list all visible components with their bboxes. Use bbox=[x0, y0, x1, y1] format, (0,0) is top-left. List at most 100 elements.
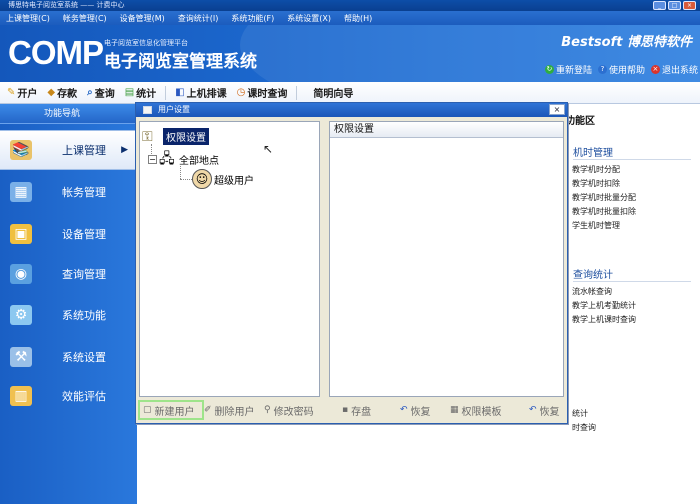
link-teaching-time-deduct[interactable]: 教学机时扣除 bbox=[572, 178, 620, 189]
menu-system-functions[interactable]: 系统功能(F) bbox=[231, 13, 274, 24]
sidebar-item-account-management[interactable]: ▦ 帐务管理 bbox=[0, 172, 137, 212]
menu-account-management[interactable]: 帐务管理(C) bbox=[63, 13, 107, 24]
sidebar-item-device-management[interactable]: ▣ 设备管理 bbox=[0, 214, 137, 254]
menu-system-settings[interactable]: 系统设置(X) bbox=[287, 13, 331, 24]
delete-user-button[interactable]: ✐ 删除用户 bbox=[204, 400, 255, 420]
ledger-icon: ▦ bbox=[10, 182, 32, 202]
exit-link[interactable]: × 退出系统 bbox=[650, 63, 698, 76]
statistics-icon: ▤ bbox=[124, 87, 135, 98]
location-icon: 🖧 bbox=[159, 151, 175, 167]
link-partial-stats[interactable]: 统计 bbox=[572, 408, 588, 419]
dialog-titlebar[interactable]: 用户设置 × bbox=[136, 103, 567, 117]
permission-tree: ⚿ 权限设置 − 🖧 全部地点 ☺ 超级用户 bbox=[139, 121, 320, 397]
new-user-button[interactable]: ▢ 新建用户 bbox=[138, 400, 204, 420]
class-hours-button[interactable]: ◷ 课时查询 bbox=[232, 85, 293, 100]
restore-icon: ↶ bbox=[529, 405, 537, 415]
dialog-title: 用户设置 bbox=[158, 105, 190, 114]
device-icon: ▣ bbox=[10, 224, 32, 244]
link-batch-deduct[interactable]: 教学机时批量扣除 bbox=[572, 206, 636, 217]
banner-title: 电子阅览室管理系统 bbox=[104, 52, 257, 72]
restore-icon: ↶ bbox=[400, 405, 408, 415]
change-password-icon: ⚲ bbox=[264, 405, 271, 415]
key-icon: ⚿ bbox=[142, 128, 153, 145]
open-account-button[interactable]: ✎ 开户 bbox=[2, 85, 42, 100]
link-teaching-time-allocate[interactable]: 教学机时分配 bbox=[572, 164, 620, 175]
schedule-icon: ◧ bbox=[175, 87, 185, 98]
quick-guide-button[interactable]: 简明向导 bbox=[301, 85, 358, 100]
save-button[interactable]: ▪ 存盘 bbox=[342, 400, 371, 420]
toolbar-separator bbox=[165, 85, 167, 100]
minimize-button[interactable]: _ bbox=[653, 1, 666, 10]
sidebar-item-query-management[interactable]: ◉ 查询管理 bbox=[0, 254, 137, 294]
menu-bar: 上课管理(C) 帐务管理(C) 设备管理(M) 查询统计(I) 系统功能(F) … bbox=[0, 11, 700, 25]
brand-logo: Bestsoft 博思特软件 bbox=[561, 35, 692, 50]
statistics-button[interactable]: ▤ 统计 bbox=[120, 85, 161, 100]
menu-device-management[interactable]: 设备管理(M) bbox=[120, 13, 165, 24]
help-link[interactable]: ? 使用帮助 bbox=[597, 63, 645, 76]
permission-template-button[interactable]: ▦ 权限模板 bbox=[450, 400, 502, 420]
deposit-button[interactable]: ◆ 存款 bbox=[42, 85, 82, 100]
relogin-link[interactable]: ↻ 重新登陆 bbox=[544, 63, 592, 76]
maximize-button[interactable]: □ bbox=[668, 1, 681, 10]
sidebar-item-system-functions[interactable]: ⚙ 系统功能 bbox=[0, 295, 137, 335]
exit-icon: × bbox=[650, 65, 660, 74]
function-nav-sidebar: 功能导航 📚 上课管理 ▶ ▦ 帐务管理 ▣ 设备管理 ◉ 查询管理 ⚙ 系统功… bbox=[0, 104, 137, 504]
window-icon bbox=[143, 106, 152, 114]
dialog-close-button[interactable]: × bbox=[549, 104, 565, 115]
delete-user-icon: ✐ bbox=[204, 405, 212, 415]
new-user-icon: ▢ bbox=[143, 405, 152, 415]
app-logo: COMP bbox=[8, 34, 104, 71]
chevron-right-icon: ▶ bbox=[121, 145, 128, 155]
tree-node-all-locations[interactable]: − 🖧 全部地点 bbox=[148, 151, 219, 167]
tree-node-permission-settings[interactable]: ⚿ 权限设置 bbox=[142, 128, 209, 145]
group-divider bbox=[573, 159, 691, 160]
user-settings-dialog: 用户设置 × ⚿ 权限设置 − 🖧 全部地点 ☺ 超级用户 权限设置 ▢ 新建用… bbox=[135, 102, 568, 424]
open-account-icon: ✎ bbox=[7, 87, 16, 98]
link-batch-allocate[interactable]: 教学机时批量分配 bbox=[572, 192, 636, 203]
deposit-icon: ◆ bbox=[47, 87, 56, 98]
sidebar-header: 功能导航 bbox=[0, 104, 137, 124]
settings-icon: ⚒ bbox=[10, 347, 32, 367]
collapse-icon[interactable]: − bbox=[148, 154, 157, 164]
schedule-button[interactable]: ◧ 上机排课 bbox=[170, 85, 231, 100]
link-class-hours-query[interactable]: 教学上机课时查询 bbox=[572, 314, 636, 325]
window-titlebar: 博思特电子阅览室系统 —— 计费中心 _ □ × bbox=[0, 0, 700, 11]
link-student-time[interactable]: 学生机时管理 bbox=[572, 220, 620, 231]
group-machine-time: 机时管理 bbox=[573, 148, 613, 159]
group-query-statistics: 查询统计 bbox=[573, 270, 613, 281]
class-hours-icon: ◷ bbox=[236, 87, 246, 98]
toolbar: ✎ 开户 ◆ 存款 ⌕ 查询 ▤ 统计 ◧ 上机排课 ◷ 课时查询 简明向导 bbox=[0, 82, 700, 104]
query-icon: ⌕ bbox=[87, 87, 93, 98]
permission-list-header: 权限设置 bbox=[330, 122, 563, 138]
gear-icon: ⚙ bbox=[10, 305, 32, 325]
tree-connector bbox=[180, 166, 181, 179]
permission-list-pane: 权限设置 bbox=[329, 121, 564, 397]
link-attendance-stats[interactable]: 教学上机考勤统计 bbox=[572, 300, 636, 311]
toolbar-separator bbox=[296, 85, 298, 100]
function-area-title: 功能区 bbox=[565, 116, 595, 127]
sidebar-item-system-settings[interactable]: ⚒ 系统设置 bbox=[0, 337, 137, 377]
refresh-icon: ↻ bbox=[544, 65, 554, 74]
menu-query-statistics[interactable]: 查询统计(I) bbox=[178, 13, 219, 24]
chart-icon: ▥ bbox=[10, 386, 32, 406]
sidebar-item-class-management[interactable]: 📚 上课管理 ▶ bbox=[0, 130, 137, 170]
user-avatar-icon: ☺ bbox=[192, 169, 212, 189]
change-password-button[interactable]: ⚲ 修改密码 bbox=[264, 400, 314, 420]
tree-connector bbox=[180, 179, 192, 180]
group-divider bbox=[573, 281, 691, 282]
template-icon: ▦ bbox=[450, 405, 459, 415]
mouse-cursor-icon: ↖ bbox=[263, 142, 274, 156]
link-journal-query[interactable]: 流水帐查询 bbox=[572, 286, 612, 297]
save-icon: ▪ bbox=[342, 405, 349, 415]
menu-class-management[interactable]: 上课管理(C) bbox=[6, 13, 50, 24]
app-banner: COMP 电子阅览室信息化管理平台 电子阅览室管理系统 Bestsoft 博思特… bbox=[0, 25, 700, 82]
menu-help[interactable]: 帮助(H) bbox=[344, 13, 372, 24]
help-icon: ? bbox=[597, 65, 607, 74]
restore-button[interactable]: ↶ 恢复 bbox=[400, 400, 431, 420]
sidebar-item-performance[interactable]: ▥ 效能评估 bbox=[0, 376, 137, 416]
restore-button-2[interactable]: ↶ 恢复 bbox=[529, 400, 560, 420]
link-partial-hours-query[interactable]: 时查询 bbox=[572, 422, 596, 433]
query-button[interactable]: ⌕ 查询 bbox=[82, 85, 120, 100]
tree-node-super-user[interactable]: ☺ 超级用户 bbox=[192, 169, 254, 189]
close-button[interactable]: × bbox=[683, 1, 696, 10]
